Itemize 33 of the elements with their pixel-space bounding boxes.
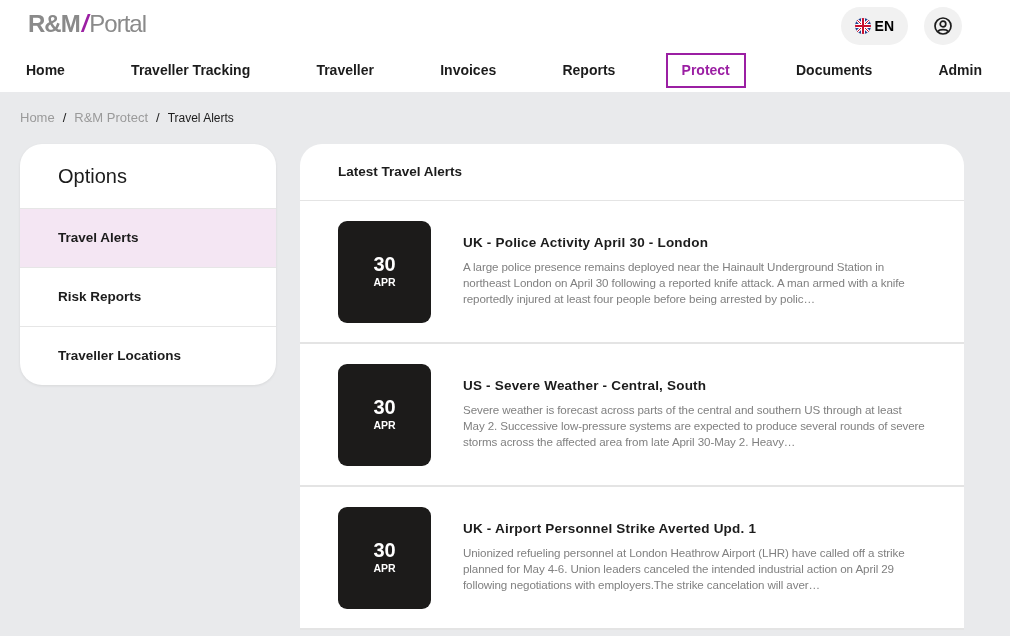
alert-description: A large police presence remains deployed near the Hainault Underground Station in northeast London on April 30 following a reported knife attack. A man armed with a knife reportedly injured at least four people before being arrested by polic… [463, 258, 906, 307]
user-icon [934, 17, 952, 35]
nav-tab[interactable]: Admin [922, 53, 998, 88]
panel-title: Options [57, 163, 128, 189]
nav-tab[interactable]: Reports [546, 53, 632, 88]
sidebar-item[interactable]: Travel Alerts [20, 207, 276, 267]
date-day: 30 [373, 538, 396, 561]
nav-tab[interactable]: Traveller Tracking [115, 53, 267, 88]
date-month: APR [373, 560, 396, 576]
nav-tab[interactable]: Home [10, 53, 81, 88]
date-month: APR [373, 417, 396, 433]
alert-title[interactable]: UK - Police Activity April 30 - London [463, 232, 925, 253]
breadcrumb-current: Travel Alerts [167, 109, 234, 127]
language-button[interactable]: EN [840, 7, 908, 45]
nav-tab[interactable]: Protect [665, 53, 746, 88]
user-account-button[interactable] [924, 7, 962, 45]
flag-icon [854, 18, 871, 34]
nav-tab[interactable]: Invoices [424, 53, 513, 88]
alert-title[interactable]: UK - Airport Personnel Strike Averted Upd. 1 [463, 518, 925, 539]
date-day: 30 [373, 252, 396, 275]
alert-description: Severe weather is forecast across parts of the central and southern US through at least May 2. Successive low-pressure systems are expected to produce several rounds of severe storms across the affected area from late April 30-May 2. Heavy… [463, 401, 925, 450]
logo[interactable]: R&M/Portal [24, 6, 147, 42]
breadcrumb-separator: / [62, 109, 67, 127]
sidebar-item[interactable]: Traveller Locations [20, 326, 276, 386]
nav-tab[interactable]: Traveller [300, 53, 390, 88]
alert-description: Unionized refueling personnel at London Heathrow Airport (LHR) have called off a strike planned for May 4-6. Union leaders canceled the intended industrial action on April 29 following negotiations with employers.The strike cancelation will aver… [463, 544, 906, 593]
sidebar-item[interactable]: Risk Reports [20, 266, 276, 326]
breadcrumb-separator: / [156, 109, 160, 127]
alert-title[interactable]: US - Severe Weather - Central, South [463, 375, 925, 396]
panel-title: Latest Travel Alerts [300, 143, 964, 201]
date-month: APR [373, 274, 396, 290]
nav-tab[interactable]: Documents [780, 53, 889, 88]
date-day: 30 [373, 395, 396, 418]
